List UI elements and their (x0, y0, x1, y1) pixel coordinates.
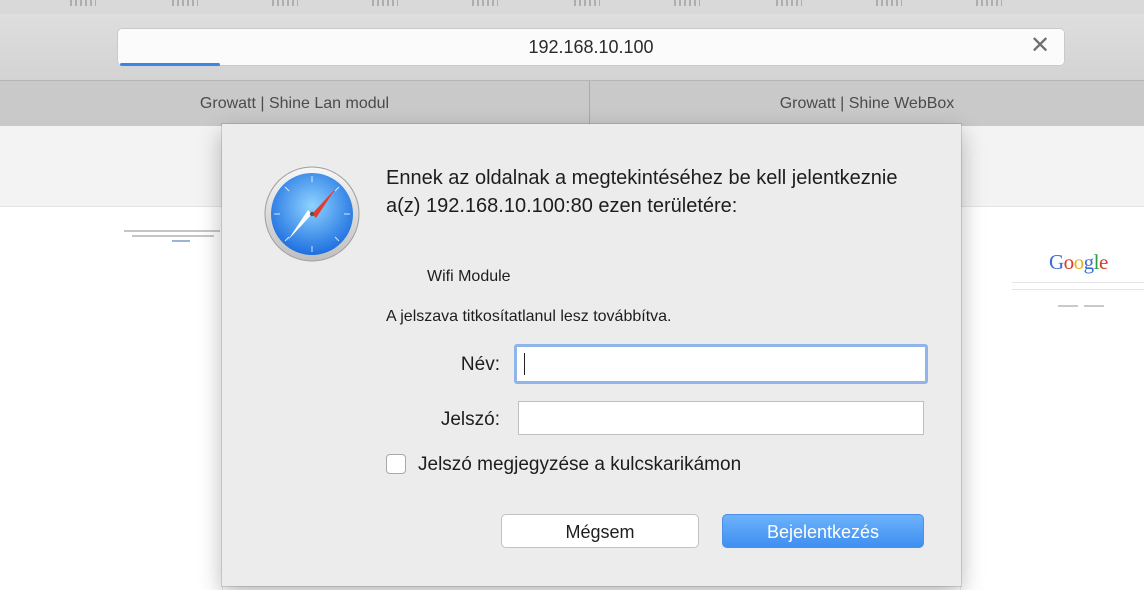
top-ruler-strip (0, 0, 1144, 14)
username-input[interactable] (514, 344, 928, 384)
password-input[interactable] (518, 401, 924, 435)
google-logo: Google (1049, 250, 1108, 274)
google-search-box (1012, 282, 1144, 290)
browser-toolbar: 192.168.10.100 ✕ (0, 14, 1144, 80)
tab-shine-lan-modul[interactable]: Growatt | Shine Lan modul (0, 81, 590, 126)
address-bar-url[interactable]: 192.168.10.100 (117, 37, 1065, 58)
password-label: Jelszó: (440, 409, 500, 430)
tab-shine-webbox[interactable]: Growatt | Shine WebBox (590, 81, 1144, 126)
remember-password-checkbox[interactable] (386, 454, 406, 474)
google-buttons (1058, 294, 1110, 312)
auth-message: Ennek az oldalnak a megtekintéséhez be k… (386, 167, 898, 217)
text-caret (524, 353, 525, 375)
login-button[interactable]: Bejelentkezés (722, 514, 924, 548)
username-label: Név: (460, 354, 500, 375)
authentication-dialog: Ennek az oldalnak a megtekintéséhez be k… (222, 124, 961, 586)
remember-password-label[interactable]: Jelszó megjegyzése a kulcskarikámon (418, 454, 741, 476)
auth-realm: Wifi Module (427, 268, 511, 285)
close-icon[interactable]: ✕ (1027, 33, 1053, 59)
insecure-warning: A jelszava titkosítatlanul lesz továbbít… (386, 308, 672, 325)
tab-bar: Growatt | Shine Lan modul Growatt | Shin… (0, 80, 1144, 127)
blurred-page-text (124, 230, 224, 245)
cancel-button[interactable]: Mégsem (501, 514, 699, 548)
address-bar[interactable]: 192.168.10.100 ✕ (117, 28, 1065, 66)
safari-compass-icon (262, 164, 362, 264)
page-load-progress (120, 63, 220, 66)
